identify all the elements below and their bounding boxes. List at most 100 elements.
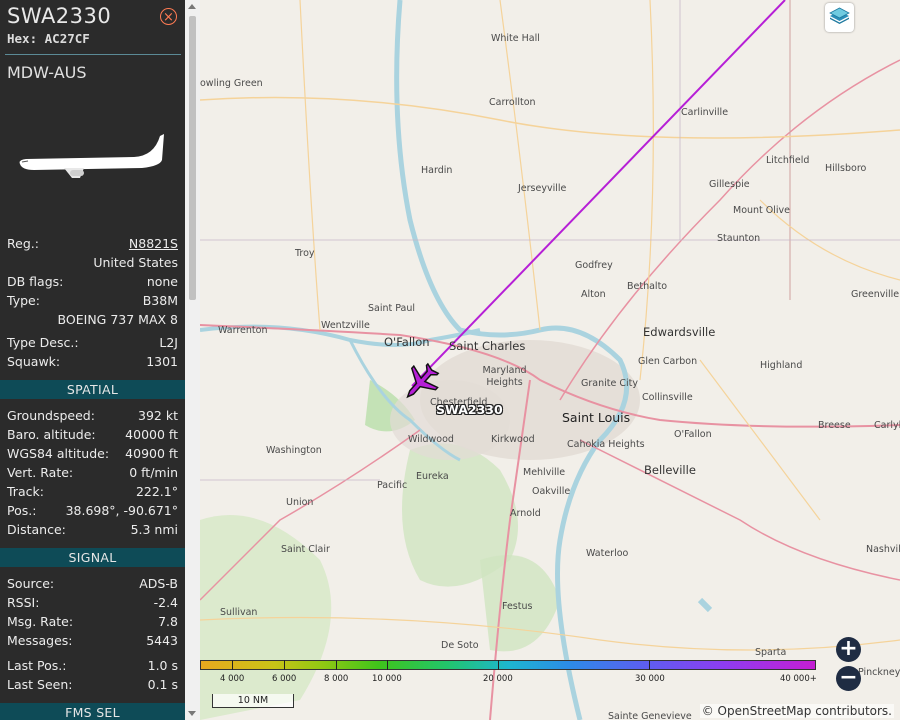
info-value: -2.4	[153, 595, 178, 610]
signal-row: RSSI: -2.4	[7, 594, 178, 612]
hex-label: Hex:	[7, 31, 38, 46]
info-value: 7.8	[158, 614, 178, 629]
info-label: RSSI:	[7, 595, 40, 610]
info-row-typedesc: Type Desc.: L2J	[7, 334, 178, 352]
info-label: Track:	[7, 484, 44, 499]
info-label: Distance:	[7, 522, 66, 537]
hex-code: Hex: AC27CF	[7, 31, 90, 46]
map-view[interactable]: White Hall owling Green Carrollton Carli…	[200, 0, 900, 720]
town-label: Staunton	[717, 233, 761, 244]
town-label: De Soto	[441, 640, 479, 651]
close-icon[interactable]: ×	[160, 8, 177, 25]
town-label: Saint Charles	[449, 339, 526, 353]
town-label: Festus	[502, 601, 533, 612]
map-attribution[interactable]: © OpenStreetMap contributors.	[699, 704, 894, 718]
info-label: Source:	[7, 576, 55, 591]
hex-value: AC27CF	[44, 31, 90, 46]
info-value: 392 kt	[138, 408, 178, 423]
legend-label: 40 000+	[780, 674, 817, 684]
town-label: Eureka	[416, 471, 449, 482]
town-label: Pinckney	[858, 667, 900, 678]
info-label: Type Desc.:	[7, 335, 79, 350]
zoom-out-icon[interactable]: −	[836, 666, 861, 691]
info-value: 5.3 nmi	[130, 522, 178, 537]
info-value: 1301	[146, 354, 178, 369]
town-label: Sullivan	[220, 607, 258, 618]
signal-header[interactable]: SIGNAL	[0, 548, 185, 567]
aircraft-icon[interactable]	[397, 358, 445, 406]
flight-track	[411, 0, 786, 387]
town-label: Glen Carbon	[638, 356, 698, 367]
town-label: Maryland Heights	[482, 365, 527, 388]
info-value: L2J	[159, 335, 178, 350]
signal-row: Last Seen: 0.1 s	[7, 676, 178, 694]
town-label: Troy	[295, 248, 315, 259]
info-value: 40000 ft	[125, 427, 178, 442]
info-value: 0.1 s	[147, 677, 178, 692]
legend-label: 10 000	[372, 674, 402, 684]
info-label: WGS84 altitude:	[7, 446, 110, 461]
scrollbar-thumb[interactable]	[189, 16, 196, 300]
info-label: Messages:	[7, 633, 73, 648]
scroll-up-icon[interactable]	[188, 4, 196, 9]
layers-icon[interactable]	[825, 3, 854, 32]
signal-row: Messages: 5443	[7, 632, 178, 650]
town-label: Granite City	[581, 378, 638, 389]
signal-row: Msg. Rate: 7.8	[7, 613, 178, 631]
spatial-header[interactable]: SPATIAL	[0, 380, 185, 399]
town-label: Mehlville	[523, 467, 566, 478]
town-label: Alton	[581, 289, 606, 300]
registration-link[interactable]: N8821S	[129, 235, 178, 253]
info-value: 0 ft/min	[129, 465, 178, 480]
town-label: Nashvil	[866, 544, 900, 555]
callsign: SWA2330	[7, 4, 112, 28]
route: MDW-AUS	[7, 63, 87, 82]
town-label: Godfrey	[575, 260, 613, 271]
town-label: Edwardsville	[643, 325, 716, 339]
town-label: Breese	[818, 420, 851, 431]
town-label: Greenville	[851, 289, 900, 300]
town-label: Bethalto	[627, 281, 668, 292]
info-label: Baro. altitude:	[7, 427, 96, 442]
town-label: Carlinville	[681, 107, 729, 118]
town-label: Saint Clair	[281, 544, 330, 555]
info-label: Last Pos.:	[7, 658, 67, 673]
legend-label: 30 000	[635, 674, 665, 684]
info-value: 222.1°	[135, 484, 178, 499]
info-label: Last Seen:	[7, 677, 73, 692]
town-label: Mount Olive	[733, 205, 791, 216]
sidebar-scrollbar[interactable]	[185, 0, 200, 720]
info-row-country: United States	[7, 254, 178, 272]
info-label: Type:	[7, 293, 40, 308]
scroll-down-icon[interactable]	[188, 711, 196, 716]
info-label: Pos.:	[7, 503, 37, 518]
legend-label: 6 000	[272, 674, 297, 684]
info-value: United States	[93, 255, 178, 270]
town-label: Belleville	[644, 463, 696, 477]
town-label: Pacific	[377, 480, 408, 491]
town-label: Highland	[760, 360, 803, 371]
town-label: O'Fallon	[384, 335, 430, 349]
info-row-model: BOEING 737 MAX 8	[7, 311, 178, 329]
town-label: Wildwood	[408, 434, 454, 445]
spatial-row: WGS84 altitude: 40900 ft	[7, 445, 178, 463]
town-label: Oakville	[532, 486, 571, 497]
fms-header[interactable]: FMS SEL	[0, 703, 185, 720]
info-value: none	[146, 274, 178, 289]
info-label: Squawk:	[7, 354, 61, 369]
town-label: Warrenton	[218, 325, 268, 336]
town-label: Carlyl	[874, 420, 900, 431]
info-value: 38.698°, -90.671°	[65, 503, 178, 518]
town-label: Saint Louis	[562, 410, 631, 425]
aircraft-photo-icon	[19, 134, 164, 178]
town-label: Sparta	[755, 647, 787, 658]
town-label: Gillespie	[709, 179, 750, 190]
info-label: DB flags:	[7, 274, 64, 289]
town-label: Carrollton	[489, 97, 536, 108]
town-label: Wentzville	[321, 320, 370, 331]
zoom-in-icon[interactable]: +	[836, 637, 861, 662]
info-value: B38M	[142, 293, 178, 308]
info-row-type: Type: B38M	[7, 292, 178, 310]
legend-tick	[498, 660, 499, 670]
town-label: Kirkwood	[491, 434, 535, 445]
